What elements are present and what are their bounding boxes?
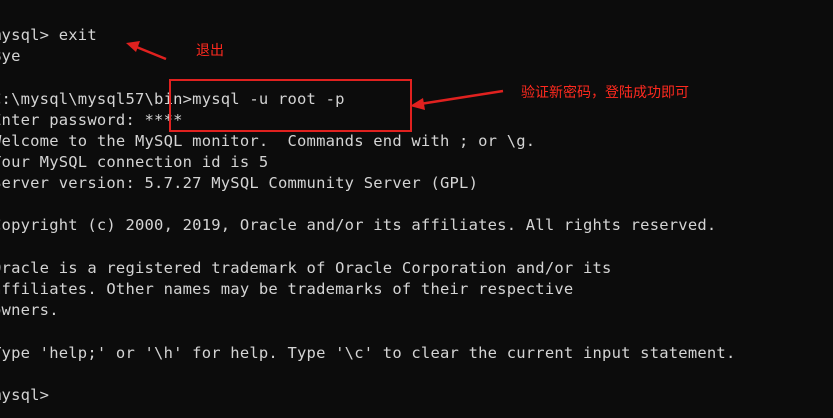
terminal-line: Bye <box>0 47 21 65</box>
terminal-window[interactable]: mysql> exit Bye C:\mysql\mysql57\bin>mys… <box>0 0 833 418</box>
login-annotation: 验证新密码，登陆成功即可 <box>521 85 689 101</box>
terminal-prompt: mysql> <box>0 386 50 404</box>
terminal-line: affiliates. Other names may be trademark… <box>0 280 574 298</box>
terminal-line: owners. <box>0 301 59 319</box>
terminal-line: Oracle is a registered trademark of Orac… <box>0 259 612 277</box>
terminal-line: mysql> exit <box>0 26 97 44</box>
login-arrow-icon <box>410 89 504 110</box>
highlight-box <box>169 79 412 132</box>
exit-arrow-icon <box>126 41 167 61</box>
exit-annotation: 退出 <box>196 43 224 59</box>
terminal-line: Your MySQL connection id is 5 <box>0 153 269 171</box>
terminal-line: Type 'help;' or '\h' for help. Type '\c'… <box>0 344 736 362</box>
terminal-line: Server version: 5.7.27 MySQL Community S… <box>0 174 479 192</box>
terminal-line: Enter password: **** <box>0 111 183 129</box>
terminal-line: Welcome to the MySQL monitor. Commands e… <box>0 132 536 150</box>
terminal-line: Copyright (c) 2000, 2019, Oracle and/or … <box>0 216 717 234</box>
